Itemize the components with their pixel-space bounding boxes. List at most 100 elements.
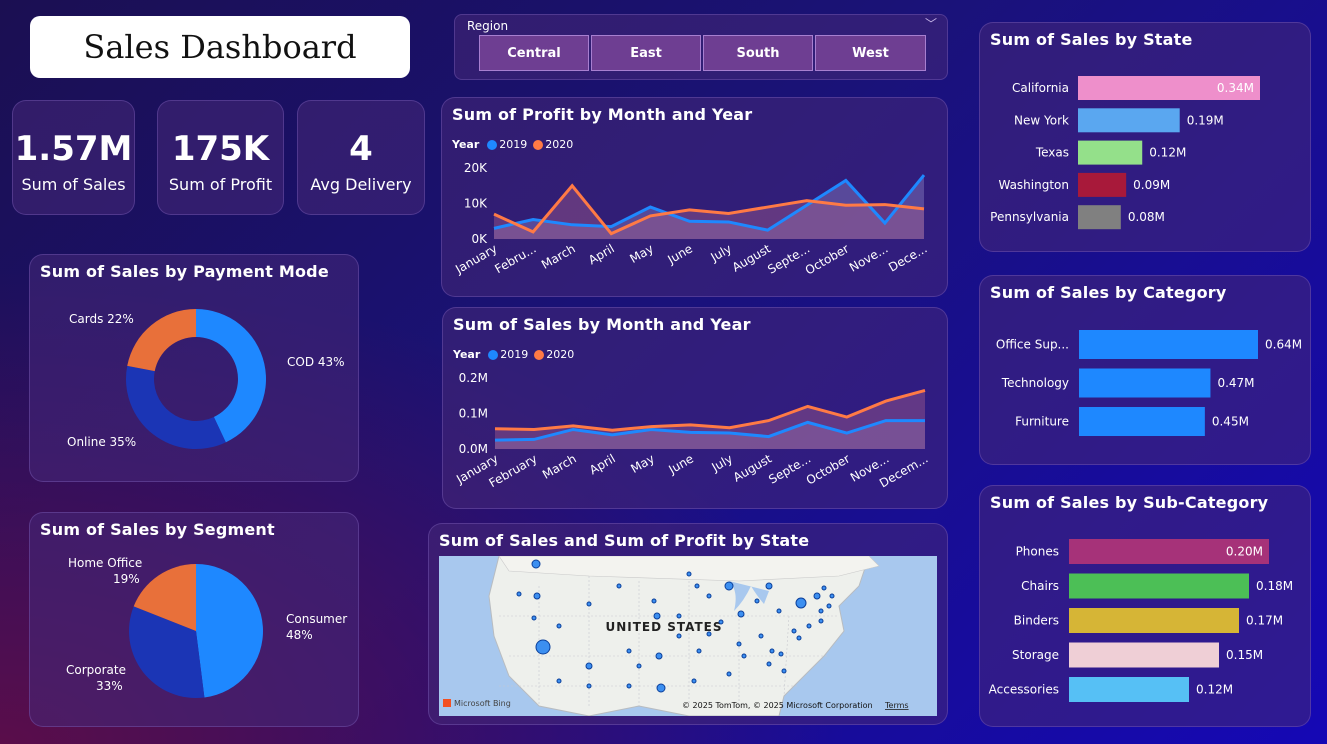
map-bubble [769, 648, 775, 654]
profit-line-chart-card[interactable]: Sum of Profit by Month and Year Year 201… [441, 97, 948, 297]
sales-line-plot: 0.2M0.1M0.0MJanuaryFebruary March April May… [453, 371, 930, 490]
map-bubble [626, 683, 632, 689]
subcategory-bar [1069, 677, 1189, 702]
kpi-sales-value: 1.57M [14, 129, 133, 169]
map-bubble [813, 592, 821, 600]
state-bar [1078, 108, 1180, 133]
map-bubble [556, 678, 562, 684]
region-button-west[interactable]: West [815, 35, 926, 71]
subcategory-value-label: 0.18M [1256, 579, 1293, 593]
map-bubble [724, 581, 734, 591]
sales-xtick: April [587, 451, 618, 477]
kpi-sales-label: Sum of Sales [21, 175, 126, 194]
profit-xtick: August [730, 241, 774, 274]
map-bubble [737, 610, 745, 618]
map-bubble [806, 623, 812, 629]
map-bubble [636, 663, 642, 669]
profit-xtick: Dece... [886, 241, 929, 274]
state-bar-chart-card[interactable]: Sum of Sales by State California 0.34M New… [979, 22, 1311, 252]
category-bar-plot: Office Sup... 0.64M Technology 0.47M Furnitu… [996, 330, 1302, 436]
sales-xtick: March [540, 451, 579, 481]
state-bar [1078, 140, 1143, 165]
state-bar-plot: California 0.34M New York 0.19M Texas 0.12M Wa… [990, 76, 1260, 230]
subcategory-value-label: 0.20M [1226, 545, 1263, 559]
profit-xtick: Febru... [492, 241, 538, 276]
payment-slice-online [125, 365, 226, 449]
category-bar-chart-card[interactable]: Sum of Sales by Category Office Sup... 0.… [979, 275, 1311, 465]
region-slicer-label: Region [467, 19, 509, 33]
payment-slices [125, 309, 266, 449]
map-bubble [535, 639, 551, 655]
state-map-card[interactable]: Sum of Sales and Sum of Profit by State … [428, 523, 948, 725]
subcategory-category-label: Binders [1014, 614, 1059, 628]
state-bar [1078, 205, 1121, 230]
category-bar [1079, 368, 1211, 398]
profit-xtick: January [452, 241, 499, 276]
kpi-profit-label: Sum of Profit [168, 175, 273, 194]
map-bubble [718, 619, 724, 625]
map-bubble [686, 571, 692, 577]
us-map[interactable]: UNITED STATES © 2025 TomTom, © 2025 Micr… [439, 556, 937, 716]
category-category-label: Technology [1001, 376, 1069, 390]
state-category-label: New York [1014, 113, 1069, 127]
segment-label-home: Home Office [68, 556, 142, 570]
state-category-label: California [1012, 81, 1069, 95]
map-bubble [754, 598, 760, 604]
state-category-label: Texas [1035, 146, 1069, 160]
category-bar [1079, 407, 1205, 436]
category-value-label: 0.45M [1212, 415, 1249, 429]
map-bubble [821, 585, 827, 591]
segment-slice-consumer [196, 564, 263, 698]
chevron-down-icon[interactable]: ﹀ [925, 15, 937, 32]
map-bubble [706, 593, 712, 599]
category-category-label: Office Sup... [996, 338, 1069, 352]
segment-pct-home: 19% [113, 572, 140, 586]
category-value-label: 0.64M [1265, 338, 1302, 352]
map-bubble [691, 678, 697, 684]
payment-label-cod: COD 43% [287, 355, 345, 369]
map-bubble [533, 592, 541, 600]
subcategory-value-label: 0.15M [1226, 648, 1263, 662]
region-button-east[interactable]: East [591, 35, 701, 71]
segment-chart-card[interactable]: Sum of Sales by Segment Consumer 48% Cor… [29, 512, 359, 727]
map-bubble [826, 603, 832, 609]
map-bubble [741, 653, 747, 659]
map-bubble [758, 633, 764, 639]
region-button-central[interactable]: Central [479, 35, 589, 71]
kpi-card-profit[interactable]: 175K Sum of Profit [157, 100, 284, 215]
sales-xtick: October [804, 451, 853, 487]
kpi-card-sales[interactable]: 1.57M Sum of Sales [12, 100, 135, 215]
map-bubble [586, 601, 592, 607]
payment-label-online: Online 35% [67, 435, 136, 449]
profit-xtick: March [539, 241, 578, 271]
subcategory-category-label: Accessories [989, 683, 1059, 697]
map-bubble [651, 598, 657, 604]
map-bubble [626, 648, 632, 654]
profit-xtick: October [803, 241, 852, 277]
map-bubble [795, 597, 807, 609]
map-bubble [531, 559, 541, 569]
map-bubble [696, 648, 702, 654]
state-value-label: 0.19M [1187, 113, 1224, 127]
sales-line-chart-card[interactable]: Sum of Sales by Month and Year Year 2019… [442, 307, 948, 509]
region-button-south[interactable]: South [703, 35, 813, 71]
kpi-card-delivery[interactable]: 4 Avg Delivery [297, 100, 425, 215]
segment-label-corporate: Corporate [66, 663, 126, 677]
segment-pct-corporate: 33% [96, 679, 123, 693]
subcategory-bar-chart-card[interactable]: Sum of Sales by Sub-Category Phones 0.20M… [979, 485, 1311, 727]
map-bubble [655, 652, 663, 660]
map-bubble [776, 608, 782, 614]
kpi-delivery-label: Avg Delivery [310, 175, 412, 194]
map-bubble [531, 615, 537, 621]
map-bubble [586, 683, 592, 689]
state-bar [1078, 172, 1127, 197]
subcategory-category-label: Phones [1016, 545, 1059, 559]
region-slicer[interactable]: Region ﹀ Central East South West [454, 14, 948, 80]
map-bubble [791, 628, 797, 634]
map-bubble [796, 635, 802, 641]
state-value-label: 0.34M [1217, 81, 1254, 95]
payment-mode-chart-card[interactable]: Sum of Sales by Payment Mode COD 43% Onl… [29, 254, 359, 482]
map-canvas[interactable]: UNITED STATES © 2025 TomTom, © 2025 Micr… [439, 556, 937, 716]
segment-pct-consumer: 48% [286, 628, 313, 642]
dashboard-title: Sales Dashboard [30, 16, 410, 78]
